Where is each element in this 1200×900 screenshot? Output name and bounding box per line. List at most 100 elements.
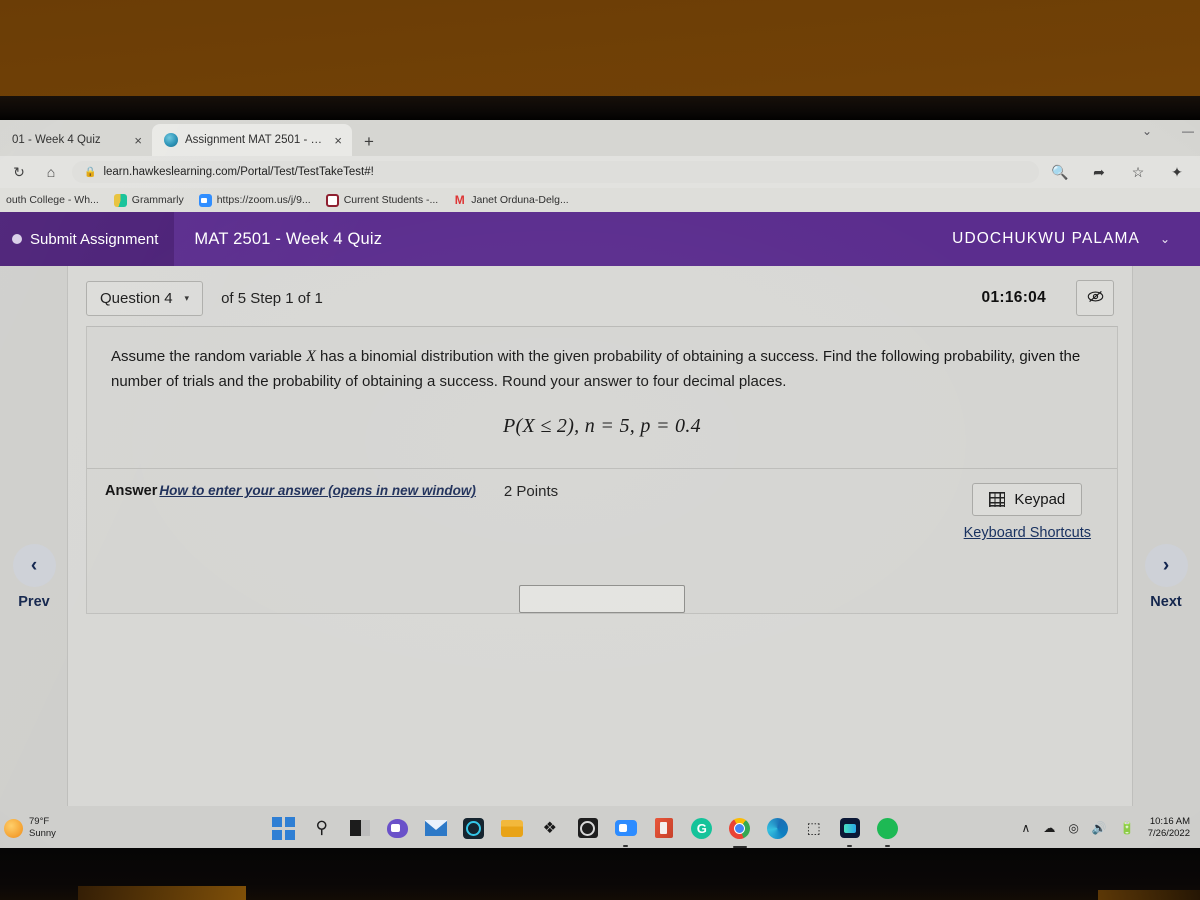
bookmark-label: Grammarly xyxy=(131,194,184,206)
lastpass-icon[interactable] xyxy=(838,816,862,847)
question-math-expression: P(X ≤ 2), n = 5, p = 0.4 xyxy=(503,415,701,438)
address-bar[interactable]: 🔒 learn.hawkeslearning.com/Portal/Test/T… xyxy=(72,161,1039,183)
bookmark-grammarly[interactable]: Grammarly xyxy=(113,193,184,207)
teams-icon[interactable] xyxy=(386,816,410,840)
zoom-app-icon[interactable] xyxy=(462,816,486,840)
bookmark-label: https://zoom.us/j/9... xyxy=(216,194,311,206)
chevron-down-icon[interactable]: ⌄ xyxy=(1160,232,1170,246)
taskbar-icons: ⚲ ❖ G ⬚ xyxy=(150,816,1022,848)
new-tab-button[interactable]: + xyxy=(352,132,386,156)
browser-tab-1-label: 01 - Week 4 Quiz xyxy=(12,134,101,146)
close-icon[interactable]: × xyxy=(334,133,342,148)
page-title: MAT 2501 - Week 4 Quiz xyxy=(194,229,383,248)
chevron-right-icon: › xyxy=(1144,544,1188,587)
app-header: Submit Assignment MAT 2501 - Week 4 Quiz… xyxy=(0,212,1200,266)
bookmark-current-students[interactable]: Current Students -... xyxy=(325,193,439,207)
battery-icon[interactable]: 🔋 xyxy=(1120,821,1135,835)
bookmark-star-icon[interactable]: ☆ xyxy=(1127,164,1149,181)
zoom-icon xyxy=(198,193,212,207)
reload-icon[interactable]: ↻ xyxy=(8,164,30,181)
clock-date: 7/26/2022 xyxy=(1147,828,1190,839)
question-bar: Question 4 ▾ of 5 Step 1 of 1 01:16:04 xyxy=(68,266,1132,326)
next-question-button[interactable]: › Next xyxy=(1132,544,1200,610)
next-label: Next xyxy=(1150,594,1182,610)
chevron-down-icon: ▾ xyxy=(184,292,190,303)
screen-area: 01 - Week 4 Quiz × Assignment MAT 2501 -… xyxy=(0,120,1200,850)
minimize-icon[interactable]: — xyxy=(1182,124,1194,138)
how-to-enter-answer-link[interactable]: How to enter your answer (opens in new w… xyxy=(159,483,476,498)
browser-tab-1[interactable]: 01 - Week 4 Quiz × xyxy=(0,124,152,156)
answer-input[interactable] xyxy=(519,585,685,614)
desk-reflection-right xyxy=(1098,890,1200,900)
bookmark-gmail[interactable]: M Janet Orduna-Delg... xyxy=(453,192,569,207)
answer-input-container xyxy=(87,547,1117,614)
monitor-bezel-bottom xyxy=(0,848,1200,900)
dropbox-icon[interactable]: ❖ xyxy=(538,816,562,840)
office-icon[interactable] xyxy=(652,816,676,840)
prev-question-button[interactable]: ‹ Prev xyxy=(0,544,68,610)
question-text-part1: Assume the random variable xyxy=(111,348,307,365)
keyboard-shortcuts-link[interactable]: Keyboard Shortcuts xyxy=(964,525,1091,541)
onedrive-icon[interactable]: ☁ xyxy=(1043,821,1055,835)
question-step-text: of 5 Step 1 of 1 xyxy=(221,289,323,307)
bookmark-label: Current Students -... xyxy=(343,194,439,206)
weather-condition: Sunny xyxy=(29,828,56,839)
keypad-icon xyxy=(989,492,1006,508)
bookmark-zoom[interactable]: https://zoom.us/j/9... xyxy=(198,193,311,207)
quiz-timer: 01:16:04 xyxy=(981,289,1046,306)
weather-text: 79°F Sunny xyxy=(29,816,56,840)
omnibar-actions: 🔍 ➦ ☆ ✦ xyxy=(1049,164,1192,181)
wifi-icon[interactable]: ◎ xyxy=(1068,821,1078,835)
bookmark-south-college[interactable]: outh College - Wh... xyxy=(6,194,99,206)
quiz-content: Question 4 ▾ of 5 Step 1 of 1 01:16:04 A… xyxy=(68,266,1132,831)
points-label: 2 Points xyxy=(503,483,559,501)
browser-tab-2[interactable]: Assignment MAT 2501 - Week 4 × xyxy=(152,124,352,156)
zoom-meeting-icon[interactable] xyxy=(614,816,638,847)
media-app-icon[interactable] xyxy=(576,816,600,840)
question-panel: Assume the random variable X has a binom… xyxy=(86,326,1118,615)
weather-widget[interactable]: 79°F Sunny xyxy=(0,816,150,840)
user-name[interactable]: UDOCHUKWU PALAMA xyxy=(952,230,1140,248)
share-icon[interactable]: ➦ xyxy=(1088,164,1110,181)
submit-icon xyxy=(12,234,22,244)
edge-icon[interactable] xyxy=(766,816,790,840)
volume-icon[interactable]: 🔊 xyxy=(1092,821,1107,835)
address-bar-url: learn.hawkeslearning.com/Portal/Test/Tes… xyxy=(103,166,374,178)
lock-icon: 🔒 xyxy=(84,166,97,178)
answer-tools: Keypad Keyboard Shortcuts xyxy=(964,483,1101,541)
mail-icon[interactable] xyxy=(424,816,448,840)
submit-assignment-label: Submit Assignment xyxy=(30,230,159,248)
desk-reflection-left xyxy=(78,886,246,900)
start-icon[interactable] xyxy=(272,816,296,840)
chevron-up-icon[interactable]: ∧ xyxy=(1022,821,1031,835)
spotify-icon[interactable] xyxy=(876,816,900,847)
snipping-tool-icon[interactable]: ⬚ xyxy=(804,818,824,838)
bookmarks-bar: outh College - Wh... Grammarly https://z… xyxy=(0,188,1200,212)
grammarly-icon xyxy=(113,193,127,207)
browser-omnibar: ↻ ⌂ 🔒 learn.hawkeslearning.com/Portal/Te… xyxy=(0,156,1200,188)
grammarly-icon[interactable]: G xyxy=(690,816,714,840)
chevron-down-icon[interactable]: ⌄ xyxy=(1142,124,1152,138)
keypad-label: Keypad xyxy=(1014,491,1066,509)
task-view-icon[interactable] xyxy=(348,816,372,840)
close-icon[interactable]: × xyxy=(134,133,142,148)
search-icon[interactable]: 🔍 xyxy=(1049,164,1071,181)
search-icon[interactable]: ⚲ xyxy=(310,816,334,840)
question-selector-dropdown[interactable]: Question 4 ▾ xyxy=(86,280,204,316)
hide-timer-button[interactable] xyxy=(1076,280,1114,316)
chrome-icon[interactable] xyxy=(728,816,752,848)
current-students-icon xyxy=(325,193,339,207)
extensions-icon[interactable]: ✦ xyxy=(1166,164,1188,181)
clock-time: 10:16 AM xyxy=(1149,815,1190,827)
quiz-page: ‹ Prev › Next Question 4 ▾ of 5 Step 1 o… xyxy=(0,266,1200,831)
file-explorer-icon[interactable] xyxy=(500,816,524,840)
answer-label: Answer xyxy=(105,483,158,500)
monitor-bezel-top xyxy=(0,96,1200,122)
home-icon[interactable]: ⌂ xyxy=(40,164,62,180)
keypad-button[interactable]: Keypad xyxy=(972,483,1083,517)
submit-assignment-button[interactable]: Submit Assignment xyxy=(0,212,175,266)
question-variable: X xyxy=(306,348,316,365)
sun-icon xyxy=(4,818,23,838)
taskbar-clock[interactable]: 10:16 AM 7/26/2022 xyxy=(1148,816,1192,841)
gmail-icon: M xyxy=(454,192,465,207)
